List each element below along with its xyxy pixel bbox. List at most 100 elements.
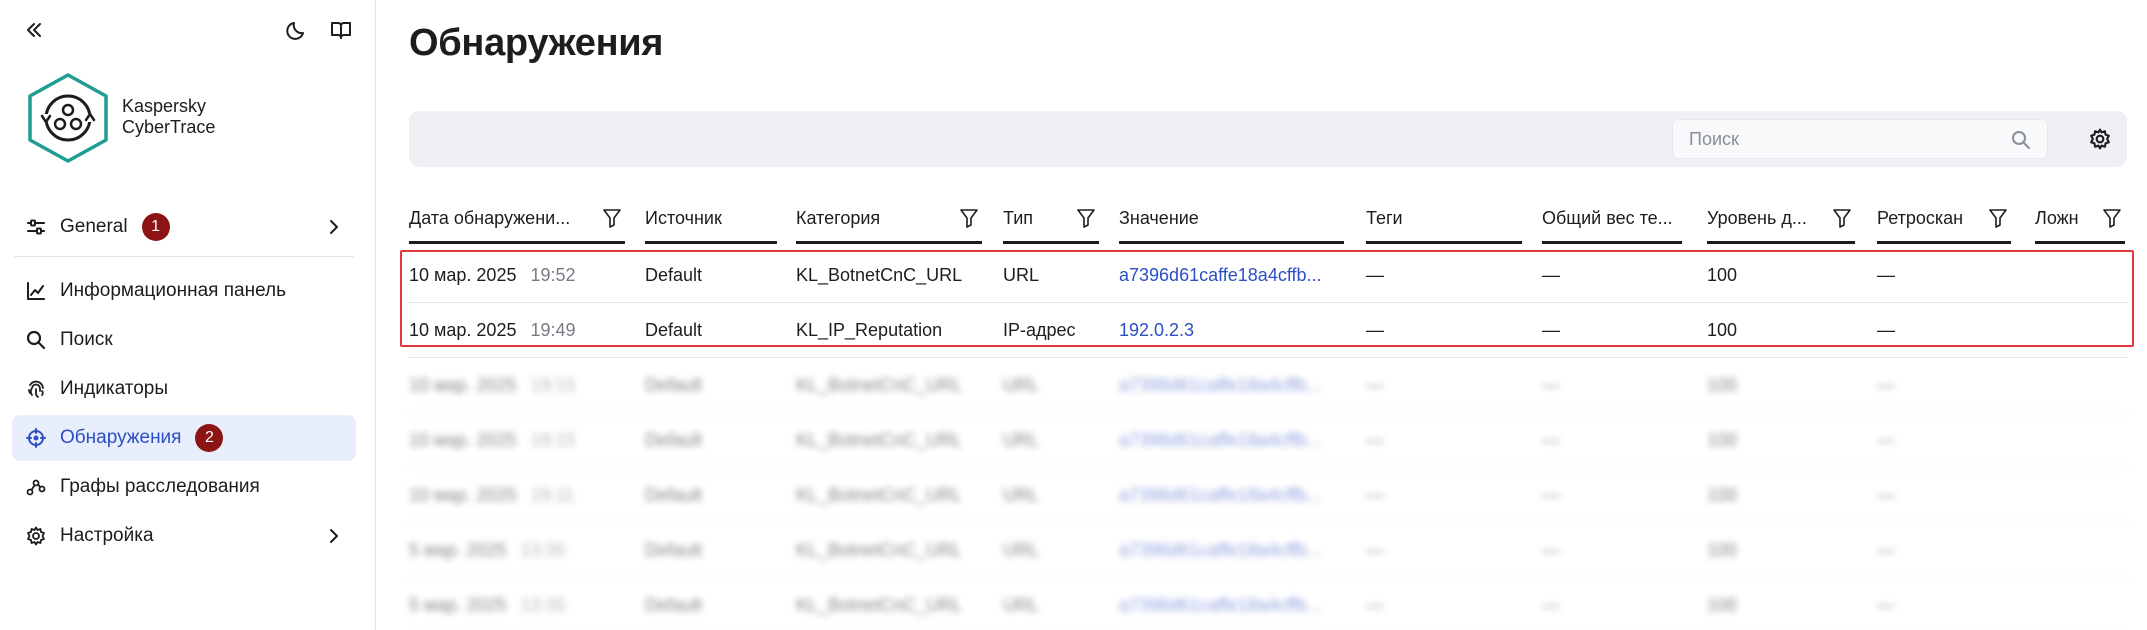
- column-header-label: Источник: [645, 208, 722, 228]
- sidebar-item-label: Обнаружения: [60, 427, 182, 448]
- search-icon[interactable]: [2011, 130, 2031, 150]
- cell-date: 10 мар. 2025 19:49: [409, 303, 639, 358]
- sidebar-item-indicators[interactable]: Индикаторы: [12, 366, 356, 412]
- book-icon[interactable]: [330, 19, 352, 41]
- sidebar-item-label: Индикаторы: [60, 378, 169, 399]
- column-header-value[interactable]: Значение: [1119, 196, 1344, 244]
- cell-level: 100: [1707, 595, 1738, 615]
- column-header-tags[interactable]: Теги: [1366, 196, 1522, 244]
- cell-type: URL: [1003, 540, 1040, 560]
- cell-date: 10 мар. 2025 19:52: [409, 248, 639, 303]
- cell-type: IP-адрес: [1003, 320, 1076, 340]
- sidebar-item-label: Настройка: [60, 525, 154, 546]
- cell-value-link[interactable]: a7396d61caffe18a4cffb...: [1119, 358, 1344, 413]
- cell-type: URL: [1003, 430, 1040, 450]
- sidebar-item-label: Графы расследования: [60, 476, 260, 497]
- search-input[interactable]: [1673, 120, 2047, 158]
- column-header-label: Общий вес те...: [1542, 208, 1673, 228]
- cell-weight: —: [1542, 540, 1560, 560]
- notification-badge: 1: [141, 213, 170, 241]
- column-header-retroscan[interactable]: Ретроскан: [1877, 196, 2011, 244]
- sidebar-item-label: General: [60, 216, 128, 237]
- cell-value-link[interactable]: a7396d61caffe18a4cffb...: [1119, 468, 1344, 523]
- cell-type: URL: [1003, 485, 1040, 505]
- sidebar-item-general[interactable]: General 1: [12, 204, 356, 250]
- column-header-level[interactable]: Уровень д...: [1707, 196, 1855, 244]
- collapse-icon[interactable]: [24, 20, 44, 40]
- date-text: 10 мар. 2025: [409, 430, 517, 450]
- sidebar-item-investigation-graphs[interactable]: Графы расследования: [12, 464, 356, 510]
- sidebar-item-dashboard[interactable]: Информационная панель: [12, 268, 356, 314]
- column-header-label: Уровень д...: [1707, 208, 1807, 228]
- cell-value-link[interactable]: a7396d61caffe18a4cffb...: [1119, 523, 1344, 578]
- column-header-label: Ретроскан: [1877, 208, 1964, 228]
- column-header-source[interactable]: Источник: [645, 196, 777, 244]
- cell-value-link[interactable]: a7396d61caffe18a4cffb...: [1119, 578, 1344, 630]
- sidebar: Kaspersky CyberTrace General 1 Информаци…: [0, 0, 376, 630]
- cell-date: 5 мар. 2025 13:35: [409, 523, 639, 578]
- column-header-label: Дата обнаружени...: [409, 208, 571, 228]
- cell-value-link[interactable]: a7396d61caffe18a4cffb...: [1119, 248, 1344, 303]
- sidebar-item-detections[interactable]: Обнаружения 2: [12, 415, 356, 461]
- date-text: 10 мар. 2025: [409, 485, 517, 505]
- filter-icon[interactable]: [2103, 208, 2121, 228]
- table-row[interactable]: 10 мар. 2025 19:15 Default KL_BotnetCnC_U…: [409, 358, 2127, 413]
- cell-value-link[interactable]: a7396d61caffe18a4cffb...: [1119, 413, 1344, 468]
- chevron-right-icon: [324, 527, 342, 545]
- table-row[interactable]: 5 мар. 2025 13:35 Default KL_BotnetCnC_UR…: [409, 523, 2127, 578]
- time-text: 13:35: [520, 595, 566, 615]
- cell-value-link[interactable]: 192.0.2.3: [1119, 303, 1344, 358]
- sidebar-item-label: Поиск: [60, 329, 113, 350]
- column-header-type[interactable]: Тип: [1003, 196, 1099, 244]
- cell-tags: —: [1366, 540, 1384, 560]
- time-text: 13:35: [520, 540, 566, 560]
- cell-level: 100: [1707, 485, 1738, 505]
- cell-level: 100: [1707, 430, 1738, 450]
- column-header-false-positive[interactable]: Ложн: [2035, 196, 2125, 244]
- cell-source: Default: [645, 375, 703, 395]
- column-header-total-weight[interactable]: Общий вес те...: [1542, 196, 1682, 244]
- sliders-icon: [26, 217, 46, 237]
- cell-weight: —: [1542, 265, 1560, 285]
- search-icon: [26, 330, 46, 350]
- time-text: 19:52: [530, 265, 576, 285]
- filter-icon[interactable]: [603, 208, 621, 228]
- cell-type: URL: [1003, 375, 1040, 395]
- filter-icon[interactable]: [960, 208, 978, 228]
- cell-category: KL_BotnetCnC_URL: [796, 595, 963, 615]
- table-row[interactable]: 10 мар. 2025 19:11 Default KL_BotnetCnC_U…: [409, 468, 2127, 523]
- cell-category: KL_BotnetCnC_URL: [796, 375, 963, 395]
- column-header-category[interactable]: Категория: [796, 196, 982, 244]
- filter-icon[interactable]: [1989, 208, 2007, 228]
- table-row[interactable]: 10 мар. 2025 19:49 Default KL_IP_Reputati…: [409, 303, 2127, 358]
- cell-level: 100: [1707, 540, 1738, 560]
- chart-icon: [26, 281, 46, 301]
- cell-tags: —: [1366, 265, 1384, 285]
- sidebar-item-search[interactable]: Поиск: [12, 317, 356, 363]
- cell-date: 10 мар. 2025 19:15: [409, 358, 639, 413]
- table-row[interactable]: 10 мар. 2025 19:52 Default KL_BotnetCnC_U…: [409, 248, 2127, 303]
- date-text: 10 мар. 2025: [409, 265, 517, 285]
- cell-type: URL: [1003, 595, 1040, 615]
- column-header-label: Категория: [796, 208, 881, 228]
- time-text: 19:15: [530, 375, 576, 395]
- cell-tags: —: [1366, 485, 1384, 505]
- column-header-date[interactable]: Дата обнаружени...: [409, 196, 625, 244]
- filter-icon[interactable]: [1077, 208, 1095, 228]
- search-box[interactable]: [1672, 119, 2048, 159]
- gear-icon: [26, 526, 46, 546]
- filter-icon[interactable]: [1833, 208, 1851, 228]
- cell-source: Default: [645, 265, 703, 285]
- cell-category: KL_BotnetCnC_URL: [796, 265, 963, 285]
- table-row[interactable]: 5 мар. 2025 13:35 Default KL_BotnetCnC_UR…: [409, 578, 2127, 630]
- cell-level: 100: [1707, 320, 1738, 340]
- table-settings-gear-icon[interactable]: [2089, 128, 2111, 150]
- column-header-label: Ложн: [2035, 208, 2079, 228]
- sidebar-item-settings[interactable]: Настройка: [12, 513, 356, 559]
- sidebar-divider: [14, 256, 354, 257]
- date-text: 5 мар. 2025: [409, 595, 507, 615]
- moon-icon[interactable]: [286, 19, 308, 41]
- cell-tags: —: [1366, 320, 1384, 340]
- cell-retroscan: —: [1877, 430, 1895, 450]
- table-row[interactable]: 10 мар. 2025 19:15 Default KL_BotnetCnC_U…: [409, 413, 2127, 468]
